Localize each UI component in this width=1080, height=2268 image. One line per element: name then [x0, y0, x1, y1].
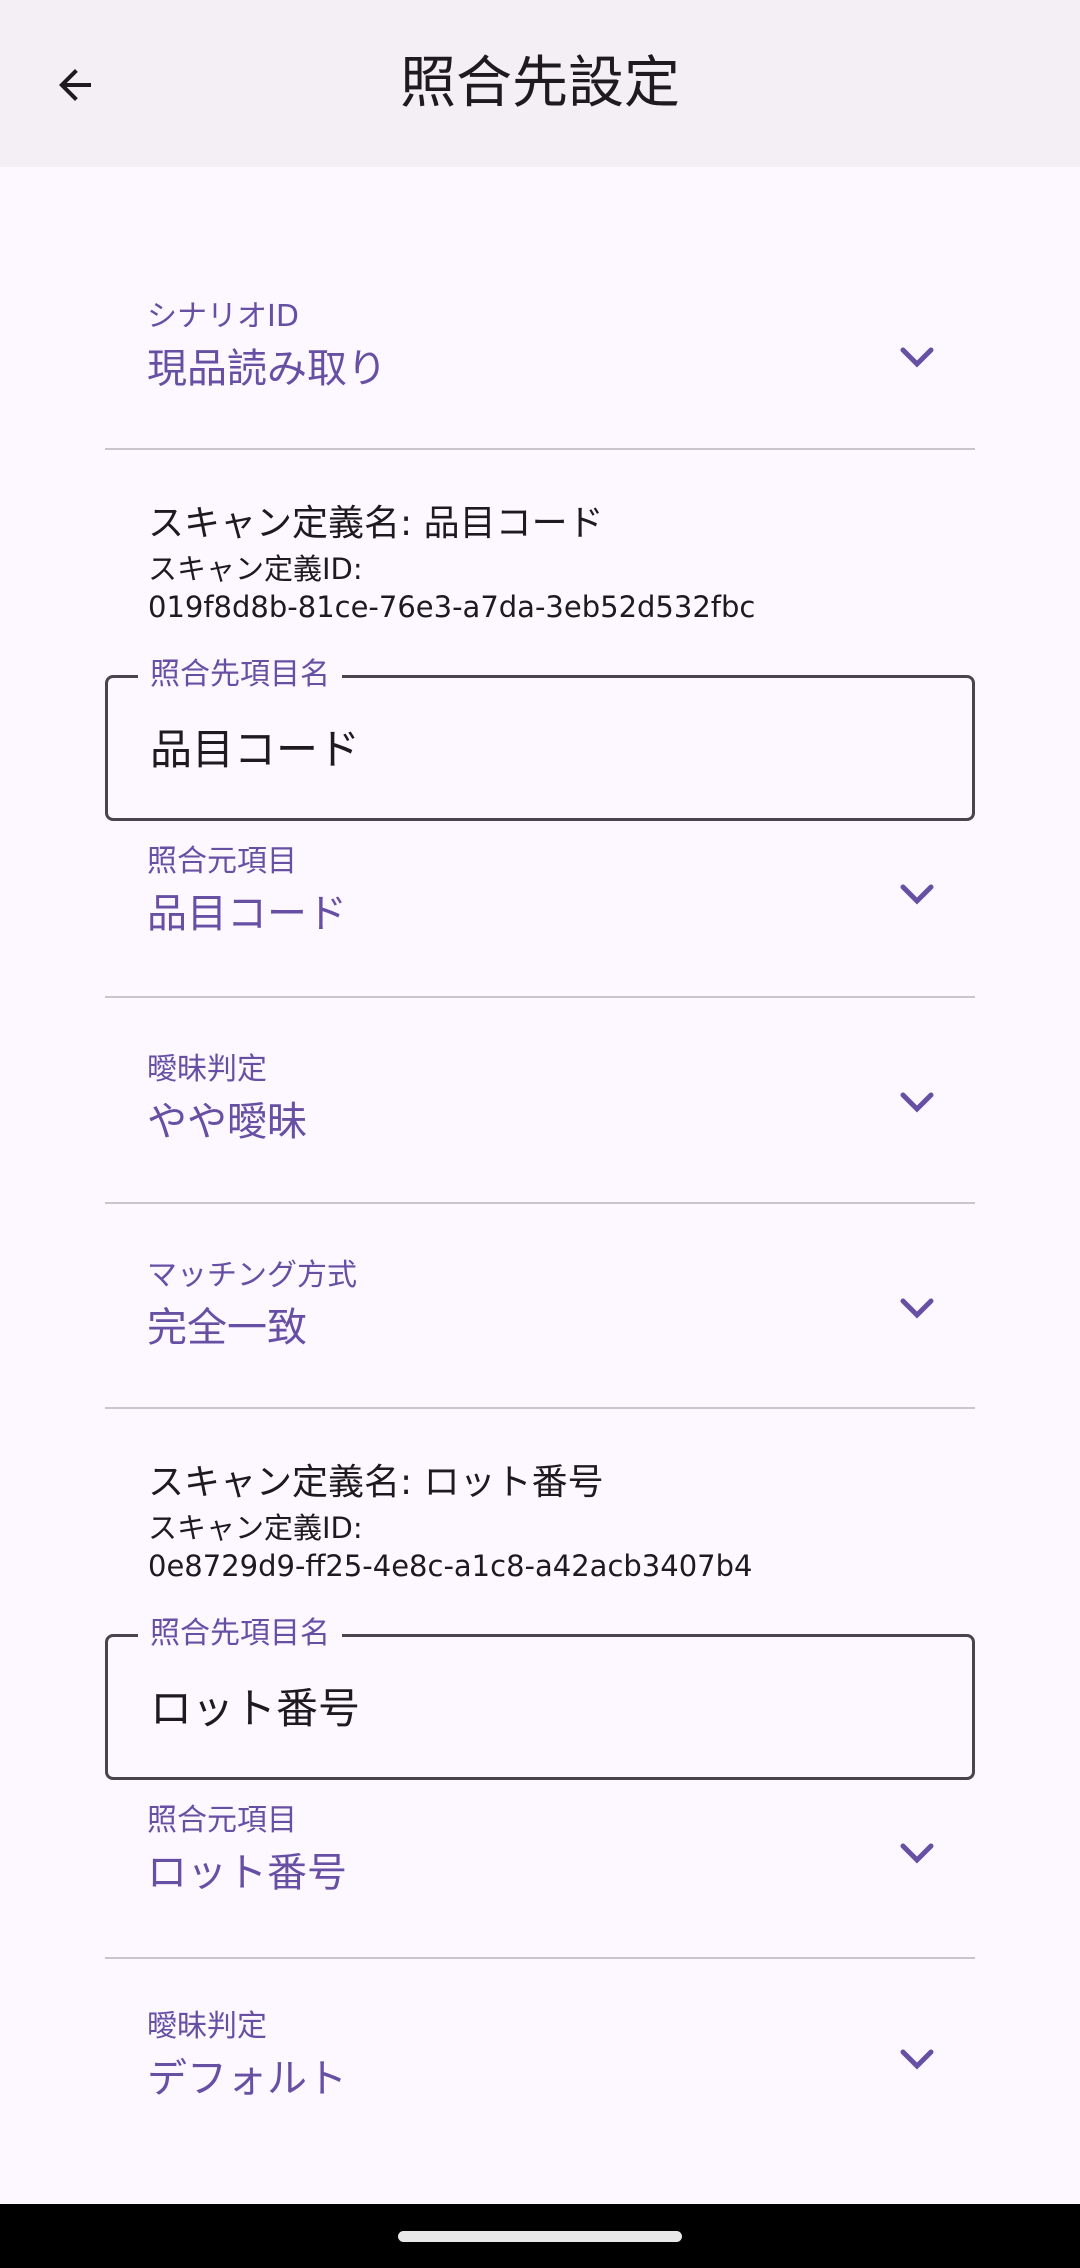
ambiguity-dropdown[interactable]: 曖昧判定 やや曖昧	[105, 1000, 975, 1204]
target-item-name-input[interactable]: ロット番号	[150, 1681, 360, 1737]
ambiguity-value: やや曖昧	[147, 1099, 307, 1145]
source-item-value: 品目コード	[147, 891, 347, 937]
chevron-down-icon	[900, 884, 934, 905]
source-item-dropdown[interactable]: 照合元項目 ロット番号	[105, 1789, 975, 1959]
matching-method-label: マッチング方式	[147, 1258, 357, 1293]
scan-definition-id-label: スキャン定義ID:	[148, 1511, 363, 1545]
scan-definition-id: 0e8729d9-ff25-4e8c-a1c8-a42acb3407b4	[148, 1549, 753, 1583]
scan-info: スキャン定義名: 品目コード スキャン定義ID: 019f8d8b-81ce-7…	[148, 500, 755, 626]
target-item-name-field[interactable]: 照合先項目名 品目コード	[105, 654, 975, 821]
scenario-dropdown[interactable]: シナリオID 現品読み取り	[105, 285, 975, 450]
home-gesture-handle[interactable]	[398, 2231, 682, 2242]
scenario-label: シナリオID	[147, 299, 299, 334]
ambiguity-label: 曖昧判定	[147, 2009, 267, 2044]
page-title: 照合先設定	[400, 51, 680, 116]
scan-definition-name: スキャン定義名: ロット番号	[148, 1462, 604, 1503]
target-item-name-field[interactable]: 照合先項目名 ロット番号	[105, 1613, 975, 1780]
scan-definition-name: スキャン定義名: 品目コード	[148, 503, 604, 544]
source-item-label: 照合元項目	[147, 844, 297, 879]
chevron-down-icon	[900, 1092, 934, 1113]
ambiguity-label: 曖昧判定	[147, 1052, 267, 1087]
source-item-dropdown[interactable]: 照合元項目 品目コード	[105, 830, 975, 998]
source-item-value: ロット番号	[147, 1850, 347, 1896]
matching-method-dropdown[interactable]: マッチング方式 完全一致	[105, 1206, 975, 1409]
chevron-down-icon	[900, 1298, 934, 1319]
scenario-value: 現品読み取り	[147, 346, 387, 392]
chevron-down-icon	[900, 347, 934, 368]
scan-info: スキャン定義名: ロット番号 スキャン定義ID: 0e8729d9-ff25-4…	[148, 1459, 752, 1585]
scan-definition-id: 019f8d8b-81ce-76e3-a7da-3eb52d532fbc	[148, 590, 756, 624]
ambiguity-dropdown[interactable]: 曖昧判定 デフォルト	[105, 1961, 975, 2161]
top-app-bar: 照合先設定	[0, 0, 1080, 167]
source-item-label: 照合元項目	[147, 1803, 297, 1838]
ambiguity-value: デフォルト	[147, 2056, 347, 2102]
target-item-name-input[interactable]: 品目コード	[150, 722, 360, 778]
matching-method-value: 完全一致	[147, 1305, 307, 1351]
system-navigation-bar	[0, 2204, 1080, 2268]
target-item-name-label: 照合先項目名	[138, 1613, 342, 1655]
chevron-down-icon	[900, 2049, 934, 2070]
scan-definition-id-label: スキャン定義ID:	[148, 552, 363, 586]
target-item-name-label: 照合先項目名	[138, 654, 342, 696]
chevron-down-icon	[900, 1843, 934, 1864]
